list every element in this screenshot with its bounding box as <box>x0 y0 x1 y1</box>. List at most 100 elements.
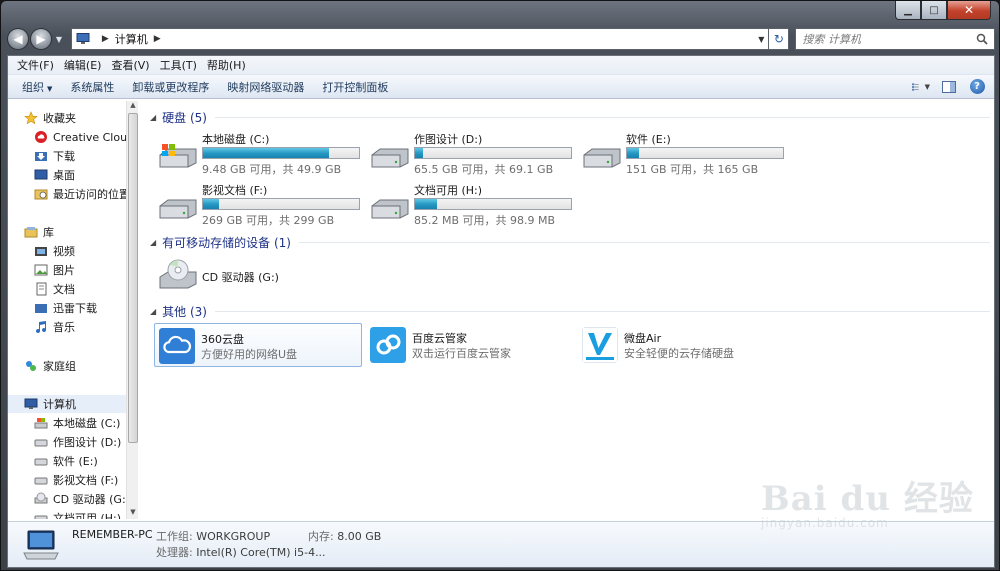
drive-name: 影视文档 (F:) <box>202 184 268 197</box>
drive-size: 65.5 GB 可用，共 69.1 GB <box>414 163 554 176</box>
nav-libraries-label: 库 <box>43 226 54 239</box>
drive-item-h[interactable]: 文档可用 (H:) 85.2 MB 可用，共 98.9 MB <box>370 182 580 228</box>
menu-view[interactable]: 查看(V) <box>106 57 154 73</box>
preview-pane-icon <box>942 80 956 93</box>
nav-item-drive-h[interactable]: 文档可用 (H:) <box>8 509 126 519</box>
nav-item-label: 文档可用 (H:) <box>53 512 122 519</box>
group-header-hard-disks[interactable]: ◢ 硬盘 (5) <box>150 109 990 126</box>
drive-name: CD 驱动器 (G:) <box>202 271 279 284</box>
drive-item-f[interactable]: 影视文档 (F:) 269 GB 可用，共 299 GB <box>158 182 368 228</box>
system-properties-button[interactable]: 系统属性 <box>64 79 126 95</box>
address-dropdown[interactable]: ▼ <box>758 35 764 44</box>
organize-button[interactable]: 组织 ▼ <box>16 79 64 95</box>
collapse-icon[interactable]: ◢ <box>150 238 156 247</box>
nav-item-creative-cloud[interactable]: Creative Cloud <box>8 128 126 146</box>
drive-size: 151 GB 可用，共 165 GB <box>626 163 759 176</box>
forward-button[interactable]: ▶ <box>29 28 52 50</box>
collapse-icon[interactable]: ◢ <box>150 113 156 122</box>
map-network-drive-button[interactable]: 映射网络驱动器 <box>221 79 316 95</box>
group-header-other[interactable]: ◢ 其他 (3) <box>150 303 990 320</box>
refresh-button[interactable]: ↻ <box>769 28 790 50</box>
processor-label: 处理器: <box>156 546 193 559</box>
drive-usage-fill <box>415 199 437 209</box>
recent-pages-dropdown[interactable]: ▼ <box>53 35 65 44</box>
item-name: 百度云管家 <box>412 332 467 345</box>
nav-item-label: 本地磁盘 (C:) <box>53 417 121 430</box>
drive-usage-fill <box>415 148 423 158</box>
window-controls: ▁ □ ✕ <box>895 1 991 20</box>
menu-file[interactable]: 文件(F) <box>12 57 59 73</box>
nav-item-downloads[interactable]: 下载 <box>8 147 126 165</box>
nav-computer[interactable]: 计算机 <box>8 395 126 413</box>
nav-item-xunlei-downloads[interactable]: 迅雷下载 <box>8 299 126 317</box>
breadcrumb-computer[interactable]: 计算机 <box>115 31 148 47</box>
menu-tools[interactable]: 工具(T) <box>155 57 202 73</box>
navigation-pane: 收藏夹 Creative Cloud 下载 桌面 最近访问的位置 库 视频 图片… <box>8 101 126 519</box>
scroll-down-arrow[interactable]: ▼ <box>127 508 139 519</box>
nav-computer-label: 计算机 <box>43 398 76 411</box>
uninstall-program-button[interactable]: 卸载或更改程序 <box>126 79 221 95</box>
menu-edit[interactable]: 编辑(E) <box>59 57 107 73</box>
workgroup-value: WORKGROUP <box>196 530 271 543</box>
nav-item-videos[interactable]: 视频 <box>8 242 126 260</box>
nav-item-pictures[interactable]: 图片 <box>8 261 126 279</box>
minimize-button[interactable]: ▁ <box>895 1 921 20</box>
group-header-removable[interactable]: ◢ 有可移动存储的设备 (1) <box>150 234 990 251</box>
nav-item-label: 最近访问的位置 <box>53 188 126 201</box>
nav-item-cd-drive-g[interactable]: CD 驱动器 (G:) <box>8 490 126 508</box>
downloads-folder-icon <box>35 152 47 161</box>
processor-info: 处理器: Intel(R) Core(TM) i5-4... <box>156 544 326 560</box>
watermark-brand: Bai du 经验 <box>761 479 974 519</box>
nav-item-label: 图片 <box>53 264 75 277</box>
menu-help[interactable]: 帮助(H) <box>202 57 251 73</box>
menu-bar: 文件(F) 编辑(E) 查看(V) 工具(T) 帮助(H) <box>8 56 994 75</box>
address-bar[interactable]: ▶ 计算机 ▶ ▼ <box>70 28 770 50</box>
drive-usage-bar <box>202 198 360 210</box>
navigation-scrollbar[interactable]: ▲ ▼ <box>126 101 138 519</box>
drive-item-c[interactable]: 本地磁盘 (C:) 9.48 GB 可用，共 49.9 GB <box>158 131 368 177</box>
other-item-weipan-air[interactable]: 微盘Air 安全轻便的云存储硬盘 <box>578 323 786 367</box>
collapse-icon[interactable]: ◢ <box>150 307 156 316</box>
nav-item-drive-f[interactable]: 影视文档 (F:) <box>8 471 126 489</box>
drive-item-d[interactable]: 作图设计 (D:) 65.5 GB 可用，共 69.1 GB <box>370 131 580 177</box>
nav-favorites[interactable]: 收藏夹 <box>8 109 126 127</box>
nav-item-recent-places[interactable]: 最近访问的位置 <box>8 185 126 203</box>
nav-item-desktop[interactable]: 桌面 <box>8 166 126 184</box>
preview-pane-button[interactable] <box>940 79 958 95</box>
drive-item-e[interactable]: 软件 (E:) 151 GB 可用，共 165 GB <box>582 131 792 177</box>
search-input[interactable]: 搜索 计算机 <box>795 28 995 50</box>
cd-drive-item-g[interactable]: CD 驱动器 (G:) <box>158 259 368 305</box>
drive-icon <box>159 199 197 219</box>
memory-info: 内存: 8.00 GB <box>308 528 381 544</box>
drive-icon <box>34 439 48 447</box>
workgroup-label: 工作组: <box>156 530 193 543</box>
nav-item-drive-e[interactable]: 软件 (E:) <box>8 452 126 470</box>
nav-item-music[interactable]: 音乐 <box>8 318 126 336</box>
nav-item-label: 迅雷下载 <box>53 302 97 315</box>
nav-item-label: 下载 <box>53 150 75 163</box>
change-view-button[interactable]: ▼ <box>912 79 930 95</box>
pictures-icon <box>34 264 48 276</box>
breadcrumb-separator[interactable]: ▶ <box>102 34 109 44</box>
nav-homegroup[interactable]: 家庭组 <box>8 357 126 375</box>
nav-item-drive-c[interactable]: 本地磁盘 (C:) <box>8 414 126 432</box>
cloud-drive-icon <box>159 328 195 364</box>
open-control-panel-button[interactable]: 打开控制面板 <box>316 79 400 95</box>
back-button[interactable]: ◀ <box>7 28 29 50</box>
nav-libraries[interactable]: 库 <box>8 223 126 241</box>
scroll-up-arrow[interactable]: ▲ <box>127 101 139 112</box>
close-button[interactable]: ✕ <box>947 1 991 20</box>
system-drive-icon <box>34 418 48 429</box>
scrollbar-thumb[interactable] <box>128 113 138 443</box>
nav-favorites-label: 收藏夹 <box>43 112 76 125</box>
other-item-baidu-yun[interactable]: 百度云管家 双击运行百度云管家 <box>366 323 574 367</box>
nav-item-documents[interactable]: 文档 <box>8 280 126 298</box>
maximize-button[interactable]: □ <box>921 1 947 20</box>
cd-drive-icon <box>159 259 197 289</box>
nav-item-drive-d[interactable]: 作图设计 (D:) <box>8 433 126 451</box>
drive-name: 文档可用 (H:) <box>414 184 483 197</box>
other-item-360-yunpan[interactable]: 360云盘 方便好用的网络U盘 <box>154 323 362 367</box>
drive-size: 269 GB 可用，共 299 GB <box>202 214 335 227</box>
breadcrumb-separator[interactable]: ▶ <box>154 34 161 44</box>
help-button[interactable]: ? <box>968 79 986 95</box>
